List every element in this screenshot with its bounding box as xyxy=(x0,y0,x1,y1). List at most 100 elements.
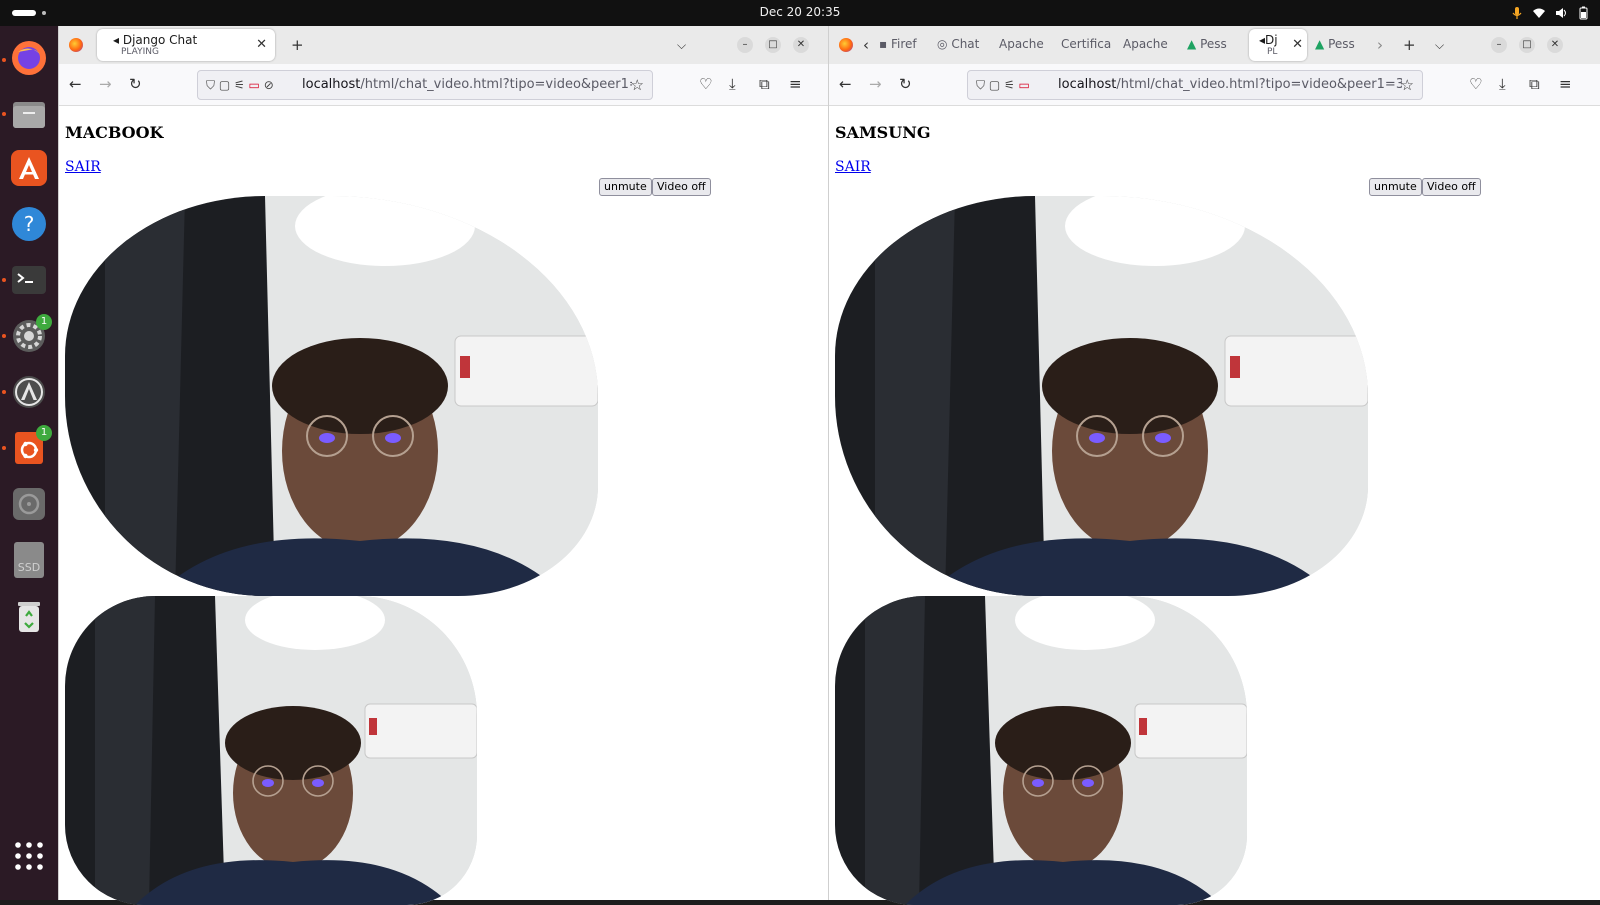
page-heading: SAMSUNG xyxy=(835,123,931,142)
url-path: /html/chat_video.html?tipo=video&peer1=3… xyxy=(360,77,632,92)
clock[interactable]: Dec 20 20:35 xyxy=(0,5,1600,19)
video-off-button[interactable]: Video off xyxy=(1422,178,1481,196)
unmute-button[interactable]: unmute xyxy=(599,178,652,196)
new-tab-button[interactable]: + xyxy=(1403,37,1416,53)
close-tab-icon[interactable]: ✕ xyxy=(256,37,267,52)
tab-certifica[interactable]: Certifica xyxy=(1061,37,1111,51)
firefox-icon xyxy=(839,38,853,52)
close-window-button[interactable]: ✕ xyxy=(793,37,809,53)
close-window-button[interactable]: ✕ xyxy=(1547,37,1563,53)
tab-pess-2: Pess xyxy=(1328,37,1355,51)
firefox-icon[interactable] xyxy=(9,38,49,78)
pocket-icon[interactable]: ♡ xyxy=(1469,76,1482,92)
running-indicator xyxy=(2,446,6,450)
url-host: localhost xyxy=(302,77,361,92)
top-bar: Dec 20 20:35 xyxy=(0,0,1600,26)
dock: ? 1 1 SSD xyxy=(0,26,58,900)
running-indicator xyxy=(2,278,6,282)
local-video[interactable] xyxy=(65,596,477,905)
ssd-icon[interactable]: SSD xyxy=(9,540,49,580)
downloads-icon[interactable]: ⤓ xyxy=(729,76,736,92)
page-heading: MACBOOK xyxy=(65,123,164,142)
scroll-tabs-left-icon[interactable]: ‹ xyxy=(863,37,869,53)
bookmark-star-icon[interactable]: ☆ xyxy=(631,77,644,93)
help-icon[interactable]: ? xyxy=(9,204,49,244)
extensions-icon[interactable]: ⧉ xyxy=(759,76,770,92)
tab-chat: Chat xyxy=(951,37,980,51)
remote-video[interactable] xyxy=(835,196,1368,596)
tab-bar: ◂ Django Chat PLAYING ✕ + ⌵ – □ ✕ xyxy=(59,26,828,64)
maximize-button[interactable]: □ xyxy=(765,37,781,53)
files-icon[interactable] xyxy=(9,94,49,134)
minimize-button[interactable]: – xyxy=(1491,37,1507,53)
tab-subtitle: PLAYING xyxy=(121,47,159,57)
running-indicator xyxy=(2,112,6,116)
site-info-icons[interactable]: ⛉ ▢ ⚟ ▭ xyxy=(976,78,1030,93)
bookmark-star-icon[interactable]: ☆ xyxy=(1401,77,1414,93)
browser-window-left: ◂ Django Chat PLAYING ✕ + ⌵ – □ ✕ ← → ↻ … xyxy=(58,26,828,905)
grid-icon[interactable] xyxy=(9,836,49,876)
video-off-button[interactable]: Video off xyxy=(652,178,711,196)
back-icon[interactable]: ← xyxy=(839,76,852,92)
reload-icon[interactable]: ↻ xyxy=(899,76,912,92)
running-indicator xyxy=(2,390,6,394)
updater-icon[interactable] xyxy=(9,372,49,412)
url-bar[interactable]: ⛉ ▢ ⚟ ▭ localhost/html/chat_video.html?t… xyxy=(967,70,1423,100)
tab-apache-2[interactable]: Apache xyxy=(1123,37,1171,51)
tab-firefox: Firef xyxy=(890,37,917,51)
extensions-icon[interactable]: ⧉ xyxy=(1529,76,1540,92)
tab-pess-1: Pess xyxy=(1200,37,1227,51)
local-video[interactable] xyxy=(835,596,1247,905)
list-tabs-icon[interactable]: ⌵ xyxy=(1435,37,1444,53)
tab-favicon-icon: ▪ xyxy=(879,37,888,51)
svg-text:?: ? xyxy=(24,212,35,236)
forward-icon[interactable]: → xyxy=(99,76,112,92)
running-indicator xyxy=(2,58,6,62)
page-content: MACBOOK SAIR unmute Video off xyxy=(59,106,828,905)
volume-icon xyxy=(1554,6,1568,20)
remote-video[interactable] xyxy=(65,196,598,596)
menu-icon[interactable]: ≡ xyxy=(1559,76,1572,92)
minimize-button[interactable]: – xyxy=(737,37,753,53)
app-center-icon[interactable] xyxy=(9,148,49,188)
site-info-icons[interactable]: ⛉ ▢ ⚟ ▭ ⊘ xyxy=(206,78,274,93)
tab-title: Django Chat xyxy=(122,33,198,47)
sair-link[interactable]: SAIR xyxy=(835,159,871,175)
browser-window-right: ‹ ▪ Firef ◎ Chat Apache Certifica Apache… xyxy=(828,26,1600,905)
tab-favicon-icon: ◎ xyxy=(937,37,948,51)
terminal-icon[interactable] xyxy=(9,260,49,300)
tab-django-chat-active[interactable]: ◂Dj PL ✕ xyxy=(1249,29,1307,61)
ssd-label: SSD xyxy=(18,561,40,574)
back-icon[interactable]: ← xyxy=(69,76,82,92)
url-bar[interactable]: ⛉ ▢ ⚟ ▭ ⊘ localhost/html/chat_video.html… xyxy=(197,70,653,100)
unmute-button[interactable]: unmute xyxy=(1369,178,1422,196)
url-path: /html/chat_video.html?tipo=video&peer1=3… xyxy=(1116,77,1402,92)
tab-apache-1[interactable]: Apache xyxy=(999,37,1047,51)
close-tab-icon[interactable]: ✕ xyxy=(1292,37,1303,52)
settings-badge: 1 xyxy=(36,314,52,330)
ubuntu-badge: 1 xyxy=(36,425,52,441)
speaker-icon: ◂ xyxy=(113,33,120,47)
page-content: SAMSUNG SAIR unmute Video off xyxy=(829,106,1600,905)
downloads-icon[interactable]: ⤓ xyxy=(1499,76,1506,92)
menu-icon[interactable]: ≡ xyxy=(789,76,802,92)
maximize-button[interactable]: □ xyxy=(1519,37,1535,53)
running-indicator xyxy=(2,334,6,338)
sair-link[interactable]: SAIR xyxy=(65,159,101,175)
reload-icon[interactable]: ↻ xyxy=(129,76,142,92)
trash-icon[interactable] xyxy=(9,596,49,636)
tab-django-chat[interactable]: ◂ Django Chat PLAYING ✕ xyxy=(97,29,275,61)
system-tray[interactable] xyxy=(1510,4,1590,22)
forward-icon[interactable]: → xyxy=(869,76,882,92)
wifi-icon xyxy=(1532,6,1546,20)
firefox-icon xyxy=(69,38,83,52)
disk-icon[interactable] xyxy=(9,484,49,524)
new-tab-button[interactable]: + xyxy=(291,37,304,53)
tab-subtitle: PL xyxy=(1267,47,1278,57)
scroll-tabs-right-icon[interactable]: › xyxy=(1377,37,1383,53)
list-tabs-icon[interactable]: ⌵ xyxy=(677,37,686,53)
microphone-icon xyxy=(1510,6,1524,20)
tab-bar: ‹ ▪ Firef ◎ Chat Apache Certifica Apache… xyxy=(829,26,1600,64)
nav-bar: ← → ↻ ⛉ ▢ ⚟ ▭ ⊘ localhost/html/chat_vide… xyxy=(59,64,828,106)
pocket-icon[interactable]: ♡ xyxy=(699,76,712,92)
